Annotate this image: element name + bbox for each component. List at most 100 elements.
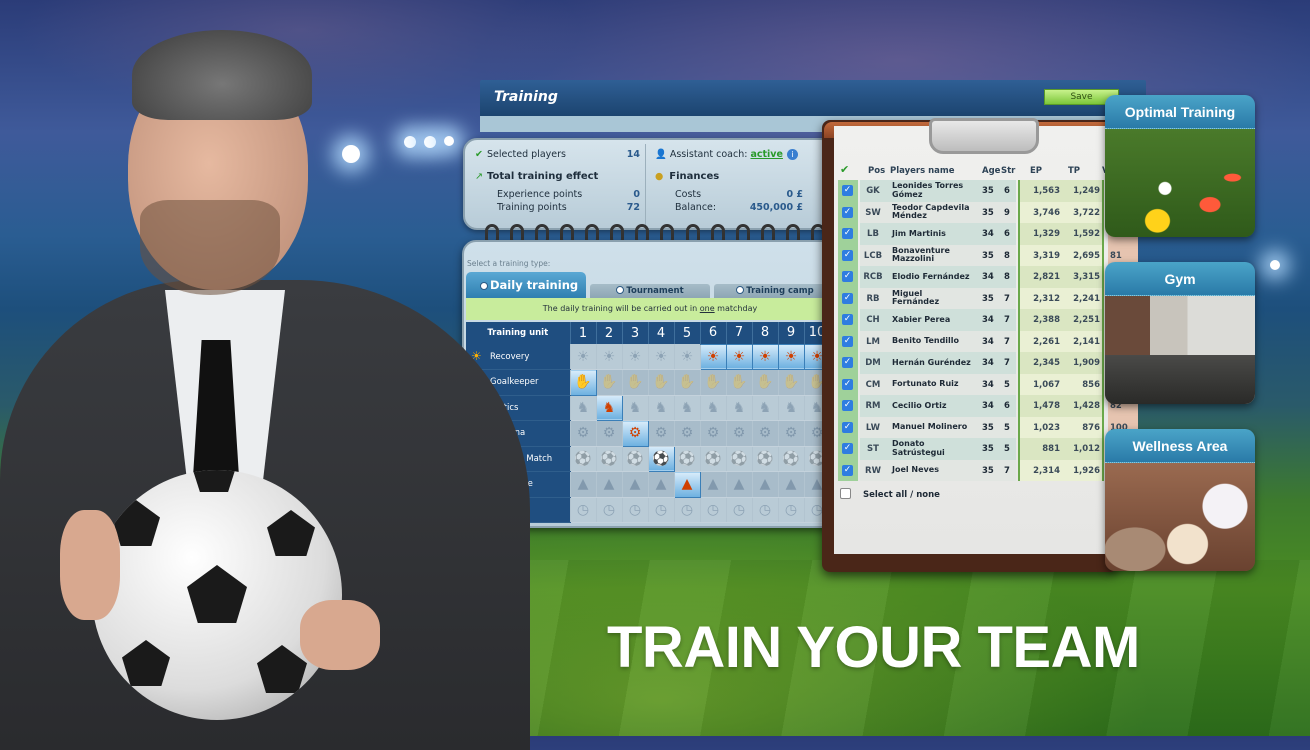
training-slot-selected[interactable]: ☀ xyxy=(751,343,779,370)
training-slot[interactable]: ⚙ xyxy=(570,420,597,447)
training-slot[interactable]: ▲ xyxy=(648,471,675,498)
player-checkbox[interactable]: ✓ xyxy=(842,271,853,282)
training-slot[interactable]: ◷ xyxy=(622,497,649,523)
training-slot[interactable]: ◷ xyxy=(700,497,727,523)
col-name[interactable]: Players name xyxy=(890,166,955,176)
training-slot[interactable]: ♞ xyxy=(752,395,779,421)
player-name[interactable]: Bonaventure Mazzolini xyxy=(892,245,972,267)
player-row[interactable]: ✓GKLeonides Torres Gómez3561,5631,2497 xyxy=(838,180,1138,202)
training-slot-selected[interactable]: ✋ xyxy=(569,369,597,396)
player-checkbox[interactable]: ✓ xyxy=(842,421,853,433)
col-str[interactable]: Str xyxy=(1001,166,1015,176)
player-checkbox[interactable]: ✓ xyxy=(842,357,853,368)
training-slot[interactable]: ⚙ xyxy=(596,420,623,447)
player-row[interactable]: ✓LBJim Martinis3461,3291,59285 xyxy=(838,223,1138,245)
training-slot[interactable]: ♞ xyxy=(570,395,597,421)
training-slot[interactable]: ♞ xyxy=(674,395,701,421)
training-slot[interactable]: ▲ xyxy=(752,471,779,498)
training-slot[interactable]: ◷ xyxy=(648,497,675,523)
training-slot[interactable]: ✋ xyxy=(778,369,805,396)
training-slot[interactable]: ▲ xyxy=(570,471,597,498)
training-slot[interactable]: ◷ xyxy=(778,497,805,523)
training-slot-selected[interactable]: ☀ xyxy=(699,343,727,370)
training-slot[interactable]: ◷ xyxy=(726,497,753,523)
training-slot[interactable]: ⚽ xyxy=(726,446,753,472)
training-slot[interactable]: ⚽ xyxy=(674,446,701,472)
player-checkbox[interactable]: ✓ xyxy=(842,378,853,390)
training-slot[interactable]: ⚽ xyxy=(700,446,727,472)
col-ep[interactable]: EP xyxy=(1030,166,1042,176)
col-tp[interactable]: TP xyxy=(1068,166,1080,176)
player-row[interactable]: ✓CHXabier Perea3472,3882,2518 xyxy=(838,309,1138,331)
training-slot[interactable]: ♞ xyxy=(778,395,805,421)
player-row[interactable]: ✓RCBElodio Fernández3482,8213,3158 xyxy=(838,266,1138,288)
training-slot[interactable]: ✋ xyxy=(674,369,701,396)
player-row[interactable]: ✓LMBenito Tendillo3472,2612,1418 xyxy=(838,330,1138,353)
player-name[interactable]: Elodio Fernández xyxy=(892,266,972,288)
training-slot-selected[interactable]: ⚽ xyxy=(647,445,675,472)
training-slot[interactable]: ▲ xyxy=(596,471,623,498)
training-slot[interactable]: ✋ xyxy=(752,369,779,396)
training-slot[interactable]: ▲ xyxy=(778,471,805,498)
training-slot[interactable]: ☀ xyxy=(622,344,649,370)
player-checkbox[interactable]: ✓ xyxy=(842,443,853,454)
training-slot[interactable]: ◷ xyxy=(570,497,597,523)
player-checkbox[interactable]: ✓ xyxy=(842,228,853,239)
player-name[interactable]: Xabier Perea xyxy=(892,309,972,331)
player-row[interactable]: ✓DMHernán Guréndez3472,3451,9098 xyxy=(838,352,1138,374)
player-row[interactable]: ✓CMFortunato Ruiz3451,0678568 xyxy=(838,373,1138,396)
training-slot[interactable]: ▲ xyxy=(622,471,649,498)
player-name[interactable]: Cecilio Ortiz xyxy=(892,395,972,417)
training-slot[interactable]: ◷ xyxy=(596,497,623,523)
player-checkbox[interactable]: ✓ xyxy=(842,314,853,325)
training-slot[interactable]: ♞ xyxy=(726,395,753,421)
training-slot[interactable]: ⚽ xyxy=(570,446,597,472)
training-slot[interactable]: ☀ xyxy=(570,344,597,370)
player-name[interactable]: Fortunato Ruiz xyxy=(892,374,972,396)
training-slot[interactable]: ◷ xyxy=(752,497,779,523)
training-slot[interactable]: ⚙ xyxy=(752,420,779,447)
player-checkbox[interactable]: ✓ xyxy=(842,249,853,261)
training-slot[interactable]: ▲ xyxy=(700,471,727,498)
col-pos[interactable]: Pos xyxy=(868,166,885,176)
training-slot[interactable]: ✋ xyxy=(622,369,649,396)
training-slot-selected[interactable]: ▲ xyxy=(673,471,701,498)
training-slot[interactable]: ☀ xyxy=(674,344,701,370)
player-checkbox[interactable]: ✓ xyxy=(842,464,853,476)
training-slot-selected[interactable]: ☀ xyxy=(725,343,753,370)
col-age[interactable]: Age xyxy=(982,166,1000,176)
player-name[interactable]: Jim Martinis xyxy=(892,223,972,245)
training-slot[interactable]: ◷ xyxy=(674,497,701,523)
training-slot-selected[interactable]: ☀ xyxy=(777,343,805,370)
training-slot[interactable]: ♞ xyxy=(622,395,649,421)
info-icon[interactable]: i xyxy=(786,149,798,160)
training-slot[interactable]: ⚽ xyxy=(778,446,805,472)
player-row[interactable]: ✓ LW Manuel Molinero 35 5 1,023 876 100 xyxy=(838,416,1138,439)
player-checkbox[interactable]: ✓ xyxy=(842,400,853,411)
player-name[interactable]: Miguel Fernández xyxy=(892,288,972,310)
training-slot[interactable]: ⚽ xyxy=(622,446,649,472)
training-slot[interactable]: ☀ xyxy=(648,344,675,370)
training-slot[interactable]: ☀ xyxy=(596,344,623,370)
training-slot[interactable]: ▲ xyxy=(726,471,753,498)
training-slot[interactable]: ⚙ xyxy=(674,420,701,447)
player-name[interactable]: Teodor Capdevila Méndez xyxy=(892,202,972,224)
player-checkbox[interactable]: ✓ xyxy=(842,185,853,196)
training-slot[interactable]: ⚽ xyxy=(596,446,623,472)
player-row[interactable]: ✓ LCB Bonaventure Mazzolini 35 8 3,319 2,695 81 xyxy=(838,244,1138,267)
player-name[interactable]: Joel Neves xyxy=(892,460,972,482)
training-slot[interactable]: ⚙ xyxy=(648,420,675,447)
training-slot[interactable]: ✋ xyxy=(648,369,675,396)
player-name[interactable]: Leonides Torres Gómez xyxy=(892,180,972,202)
player-row[interactable]: ✓SWTeodor Capdevila Méndez3593,7463,7221… xyxy=(838,201,1138,224)
player-name[interactable]: Benito Tendillo xyxy=(892,331,972,353)
training-slot[interactable]: ⚽ xyxy=(752,446,779,472)
assistant-coach-status-link[interactable]: active xyxy=(750,149,782,160)
select-all-checkbox[interactable] xyxy=(840,488,851,499)
training-slot[interactable]: ♞ xyxy=(700,395,727,421)
player-checkbox[interactable]: ✓ xyxy=(842,292,853,304)
player-name[interactable]: Manuel Molinero xyxy=(892,417,972,439)
player-row[interactable]: ✓RBMiguel Fernández3572,3122,2419 xyxy=(838,287,1138,310)
player-row[interactable]: ✓RWJoel Neves3572,3141,92610 xyxy=(838,459,1138,482)
training-slot[interactable]: ✋ xyxy=(700,369,727,396)
